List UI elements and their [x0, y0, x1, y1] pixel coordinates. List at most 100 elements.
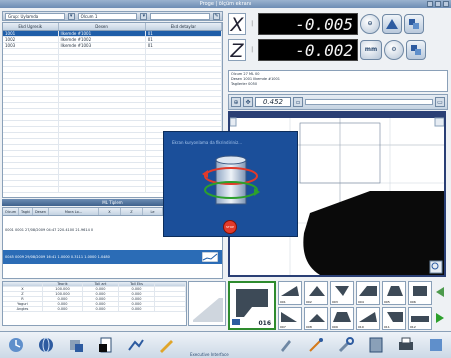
- zoom-value[interactable]: 0.452: [255, 97, 291, 107]
- column-header: Teorik: [43, 282, 83, 286]
- tool-thumbnail[interactable]: 001: [278, 281, 302, 305]
- up-arrow-button[interactable]: [382, 14, 402, 34]
- measure-select[interactable]: Olcum 1: [77, 12, 138, 20]
- tool-thumbnail[interactable]: 009: [330, 306, 354, 330]
- reset-x-button[interactable]: ⊖: [360, 14, 380, 34]
- profile-preview: [188, 281, 226, 326]
- wand-icon[interactable]: [306, 335, 326, 355]
- column-header[interactable]: X: [99, 208, 121, 215]
- window-controls: [427, 1, 449, 7]
- dropdown-icon[interactable]: ▾: [67, 12, 75, 20]
- table-cell: 0.000: [83, 292, 119, 296]
- zoom-slider[interactable]: [305, 99, 433, 105]
- tool-thumbnail[interactable]: 010: [356, 306, 380, 330]
- tool-thumbnail[interactable]: 008: [304, 306, 328, 330]
- tool-thumbnail[interactable]: 002: [304, 281, 328, 305]
- column-header[interactable]: Z: [121, 208, 143, 215]
- probe-tool-icon[interactable]: [276, 335, 296, 355]
- maximize-button[interactable]: [435, 1, 441, 7]
- tool-thumbnail-grid: 001 002 003 004 005 006 007 008 009 010 …: [278, 281, 432, 330]
- table-cell: 01: [146, 37, 222, 42]
- globe-icon[interactable]: [36, 335, 56, 355]
- document-icon[interactable]: [96, 335, 116, 355]
- mm-unit-button[interactable]: mm: [360, 40, 382, 60]
- table-cell: Ilkemde #1001: [59, 31, 146, 36]
- selected-tool-thumbnail[interactable]: 016: [228, 281, 276, 330]
- tool-thumbnail[interactable]: 011: [382, 306, 406, 330]
- filter-input[interactable]: [150, 12, 210, 20]
- table-row-selected[interactable]: 0045 0009 29/08/2009 16:41 1.0000 0.3111…: [3, 250, 222, 264]
- close-button[interactable]: [443, 1, 449, 7]
- column-header: Toll Eks: [119, 282, 155, 286]
- tool-thumbnail[interactable]: 007: [278, 306, 302, 330]
- z-axis-label: Z: [228, 39, 246, 62]
- thumb-label: 012: [410, 325, 416, 329]
- x-axis-label: X: [228, 13, 246, 36]
- table-cell: 01: [146, 43, 222, 48]
- tool-thumbnail[interactable]: 006: [408, 281, 432, 305]
- x-zero-marker[interactable]: │: [248, 13, 256, 35]
- pan-icon[interactable]: ✥: [243, 97, 253, 107]
- next-page-arrow-icon[interactable]: [436, 313, 444, 323]
- thumb-label: 005: [384, 299, 390, 304]
- table-cell: 0.000: [119, 287, 155, 291]
- table-cell: 0.000: [119, 307, 155, 311]
- printer-icon[interactable]: [396, 335, 416, 355]
- chart-thumb-icon[interactable]: [202, 252, 218, 262]
- title-bar: Proge | ölçüm ekranı: [0, 0, 451, 8]
- zoom-lock-icon[interactable]: ▫: [293, 97, 303, 107]
- pencil-icon[interactable]: [156, 335, 176, 355]
- zoom-in-icon[interactable]: ⊕: [231, 97, 241, 107]
- thumb-label: 011: [384, 325, 390, 329]
- window-title: Proge | ölçüm ekranı: [199, 1, 252, 7]
- table-cell: 0.000: [83, 307, 119, 311]
- wrench-icon[interactable]: [336, 335, 356, 355]
- stop-button[interactable]: STOP: [223, 220, 237, 234]
- probe-icon: [409, 19, 419, 29]
- axis-readout-panel: X │ -0.005 ⊖ Z │ -0.002 mm ⚙: [228, 13, 448, 65]
- column-header[interactable]: Mara Lo...: [49, 208, 99, 215]
- column-header: Toll art: [83, 282, 119, 286]
- calculator-icon[interactable]: [366, 335, 386, 355]
- table-cell: 0.000: [83, 287, 119, 291]
- exit-icon[interactable]: [426, 335, 446, 355]
- table-cell: Z: [3, 292, 43, 296]
- tool-thumbnail[interactable]: 005: [382, 281, 406, 305]
- z-lcd-readout: -0.002: [258, 39, 358, 61]
- group-select[interactable]: Grup: Uylamda: [5, 12, 65, 20]
- chart-tool-icon[interactable]: [126, 335, 146, 355]
- thumb-label: 007: [280, 325, 286, 329]
- z-zero-marker[interactable]: │: [248, 39, 256, 61]
- history-icon[interactable]: [6, 335, 26, 355]
- column-header[interactable]: Ekd detaylar: [146, 23, 222, 30]
- table-cell: [155, 307, 186, 311]
- fit-icon[interactable]: ▭: [435, 97, 445, 107]
- probe-button[interactable]: [404, 14, 424, 34]
- minimize-button[interactable]: [427, 1, 433, 7]
- tool-thumbnail[interactable]: 012: [408, 306, 432, 330]
- table-cell: X: [3, 287, 43, 291]
- table-header: Ekd Ugresik Desen Ekd detaylar: [3, 23, 222, 31]
- prev-page-arrow-icon[interactable]: [436, 287, 444, 297]
- column-header[interactable]: Ekd Ugresik: [3, 23, 59, 30]
- row-text: 0045 0009 29/08/2009 16:41 1.0000 0.3111…: [5, 255, 110, 259]
- thumb-label: 003: [332, 299, 338, 304]
- table-cell: 0.000: [43, 307, 83, 311]
- dropdown-icon[interactable]: ▾: [140, 12, 148, 20]
- column-header[interactable]: Le: [143, 208, 163, 215]
- column-header[interactable]: Tagki: [19, 208, 33, 215]
- settings-button[interactable]: ⚙: [384, 40, 404, 60]
- tool-thumbnail[interactable]: 003: [330, 281, 354, 305]
- table-cell: 1002: [3, 37, 59, 42]
- thumb-label: 008: [306, 325, 312, 329]
- table-cell: [155, 297, 186, 301]
- column-header[interactable]: Desen: [59, 23, 146, 30]
- pin-icon[interactable]: ✎: [213, 12, 220, 20]
- tool-button[interactable]: [406, 40, 426, 60]
- column-header[interactable]: Desen: [33, 208, 49, 215]
- measure-tool-icon[interactable]: [66, 335, 86, 355]
- tool-thumbnail[interactable]: 004: [356, 281, 380, 305]
- thumb-label: 002: [306, 299, 312, 304]
- table-row[interactable]: Angles 0.000 0.000 0.000: [3, 307, 186, 312]
- column-header[interactable]: Olcum: [3, 208, 19, 215]
